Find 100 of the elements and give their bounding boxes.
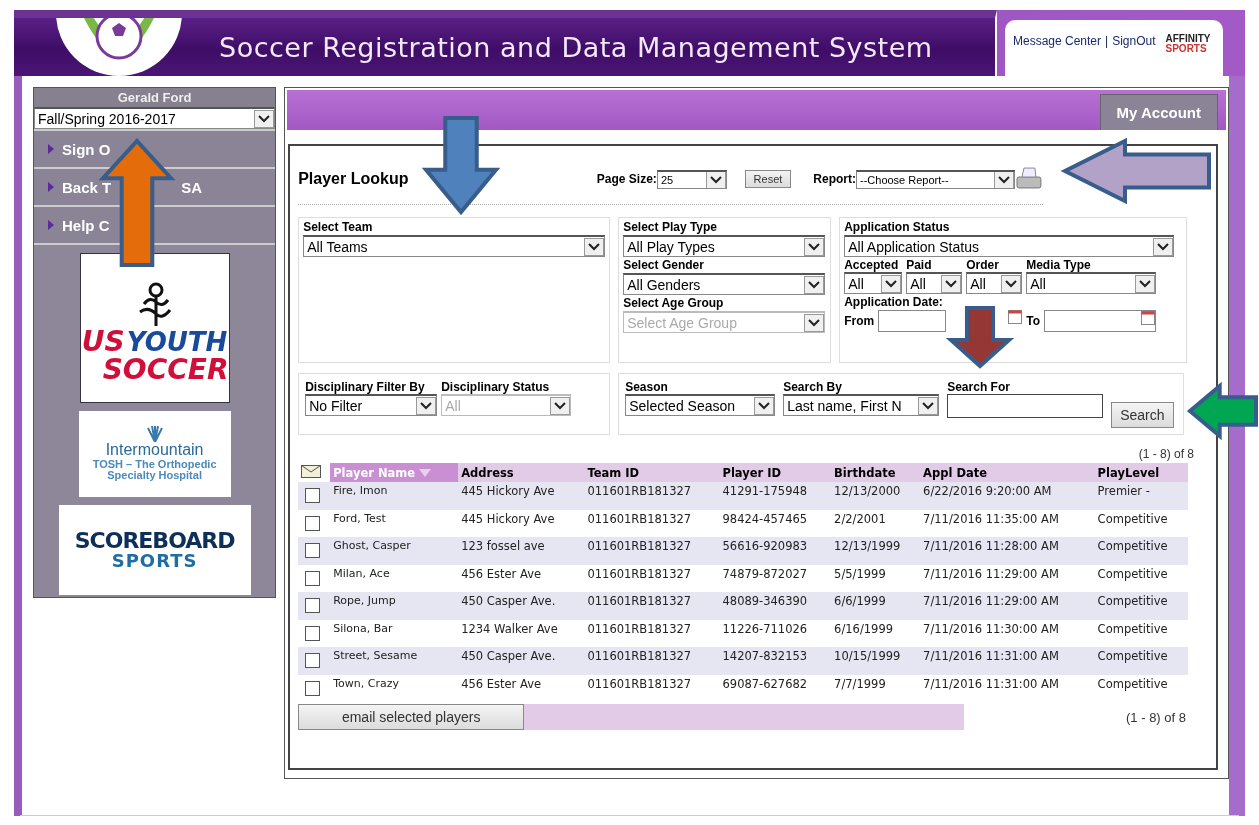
table-cell: 450 Casper Ave. [458, 592, 585, 620]
search-for-label: Search For [947, 380, 1011, 394]
column-header[interactable]: Address [458, 463, 585, 482]
row-checkbox[interactable] [305, 653, 321, 668]
application-status-dropdown[interactable]: All Application Status [844, 235, 1175, 257]
page-size-dropdown[interactable]: 25 [656, 169, 727, 189]
from-label: From [844, 314, 875, 328]
table-cell: 011601RB181327 [584, 619, 720, 647]
scoreboard-sports-logo: SCOREBOARD SPORTS [58, 505, 251, 595]
calendar-icon[interactable] [1140, 311, 1155, 325]
triangle-icon [48, 220, 54, 230]
caret-icon [994, 171, 1015, 188]
table-cell: 011601RB181327 [584, 564, 720, 592]
filter-label: Accepted [844, 258, 900, 272]
table-cell: 456 Ester Ave [458, 564, 585, 592]
table-cell: 41291-175948 [719, 482, 832, 510]
disciplinary-filter-dropdown[interactable]: No Filter [305, 394, 438, 416]
season-filter-dropdown[interactable]: Selected Season [625, 394, 776, 416]
team-label: Select Team [303, 220, 374, 234]
caret-icon [804, 313, 825, 332]
table-cell: 6/16/1999 [831, 619, 921, 647]
sign-out-link[interactable]: SignOut [1112, 34, 1156, 48]
row-checkbox[interactable] [305, 625, 321, 641]
search-button[interactable]: Search [1111, 402, 1174, 428]
caret-icon [1001, 274, 1022, 293]
table-cell: 12/13/2000 [831, 482, 921, 510]
report-dropdown[interactable]: --Choose Report-- [856, 169, 1016, 189]
caret-icon [754, 396, 775, 415]
report-label: Report: [813, 172, 856, 186]
row-checkbox[interactable] [305, 488, 321, 503]
table-cell: 1234 Walker Ave [458, 619, 585, 647]
printer-icon[interactable] [1015, 167, 1044, 191]
table-cell: 7/11/2016 11:31:00 AM [920, 674, 1095, 702]
column-header[interactable]: Player ID [719, 463, 832, 482]
table-cell: Fire, Imon [330, 482, 459, 510]
table-cell: Premier - [1094, 482, 1189, 510]
table-cell: 011601RB181327 [584, 647, 720, 675]
filter-dropdown[interactable]: All [844, 272, 903, 294]
caret-icon [1153, 237, 1174, 256]
table-cell: Competitive [1094, 674, 1189, 702]
filter-dropdown[interactable]: All [1026, 272, 1157, 294]
caret-icon [918, 396, 939, 415]
application-status-label: Application Status [844, 220, 951, 234]
table-cell: 7/11/2016 11:35:00 AM [920, 509, 1095, 537]
caret-icon [254, 109, 275, 128]
row-checkbox[interactable] [305, 598, 321, 613]
user-name: Gerald Ford [34, 88, 276, 107]
envelope-icon[interactable] [301, 464, 322, 478]
table-cell: Competitive [1094, 537, 1189, 565]
row-checkbox[interactable] [305, 543, 321, 558]
search-field[interactable] [947, 394, 1104, 418]
column-header[interactable]: Team ID [584, 463, 720, 482]
caret-icon [881, 274, 902, 293]
filter-dropdown[interactable]: All [966, 272, 1023, 294]
table-cell: 14207-832153 [719, 647, 832, 675]
disciplinary-filter-label: Disciplinary Filter By [305, 380, 426, 394]
message-center-link[interactable]: Message Center [1013, 34, 1102, 48]
table-cell: 7/11/2016 11:29:00 AM [920, 592, 1095, 620]
email-players-button[interactable]: email selected players [298, 704, 525, 730]
row-checkbox[interactable] [305, 515, 321, 531]
table-cell: 011601RB181327 [584, 674, 720, 702]
calendar-icon[interactable] [1008, 310, 1023, 324]
caret-icon [1135, 274, 1156, 293]
from-date-field[interactable] [878, 310, 947, 332]
table-cell: 011601RB181327 [584, 537, 720, 565]
table-cell: 7/11/2016 11:29:00 AM [920, 564, 1095, 592]
to-label: To [1026, 314, 1040, 328]
table-cell: 6/22/2016 9:20:00 AM [920, 482, 1095, 510]
table-cell: Competitive [1094, 509, 1189, 537]
result-count: (1 - 8) of 8 [1137, 447, 1194, 461]
table-cell: 450 Casper Ave. [458, 647, 585, 675]
to-date-field[interactable] [1043, 310, 1156, 332]
reset-button[interactable]: Reset [744, 170, 792, 188]
gender-dropdown[interactable]: All Genders [623, 273, 826, 295]
play-type-dropdown[interactable]: All Play Types [623, 235, 826, 257]
table-cell: 2/2/2001 [831, 509, 921, 537]
search-by-dropdown[interactable]: Last name, First N [783, 394, 940, 416]
team-dropdown[interactable]: All Teams [303, 235, 606, 257]
column-header[interactable]: PlayLevel [1094, 463, 1189, 482]
caret-icon [804, 237, 825, 256]
table-cell: 6/6/1999 [831, 592, 921, 620]
filter-dropdown[interactable]: All [906, 272, 963, 294]
table-cell: Silona, Bar [330, 619, 459, 647]
youth-soccer-logo: USYOUTH SOCCER [79, 253, 230, 403]
play-type-label: Select Play Type [623, 220, 718, 234]
hospital-logo: Intermountain TOSH – The Orthopedic Specialty Hospital [78, 411, 231, 497]
table-cell: 456 Ester Ave [458, 674, 585, 702]
sort-icon [419, 468, 432, 477]
triangle-icon [48, 182, 54, 192]
row-checkbox[interactable] [305, 680, 321, 696]
season-dropdown[interactable]: Fall/Spring 2016-2017 [34, 107, 276, 129]
site-title: Soccer Registration and Data Management System [219, 31, 933, 63]
row-checkbox[interactable] [305, 570, 321, 586]
my-account-tab[interactable]: My Account [1099, 94, 1218, 130]
column-header[interactable]: Appl Date [920, 463, 1095, 482]
table-cell: Street, Sesame [330, 647, 459, 675]
filter-label: Order [966, 258, 1000, 272]
column-header[interactable]: Birthdate [831, 463, 921, 482]
age-group-label: Select Age Group [623, 296, 725, 310]
page-size-label: Page Size: [596, 172, 657, 186]
